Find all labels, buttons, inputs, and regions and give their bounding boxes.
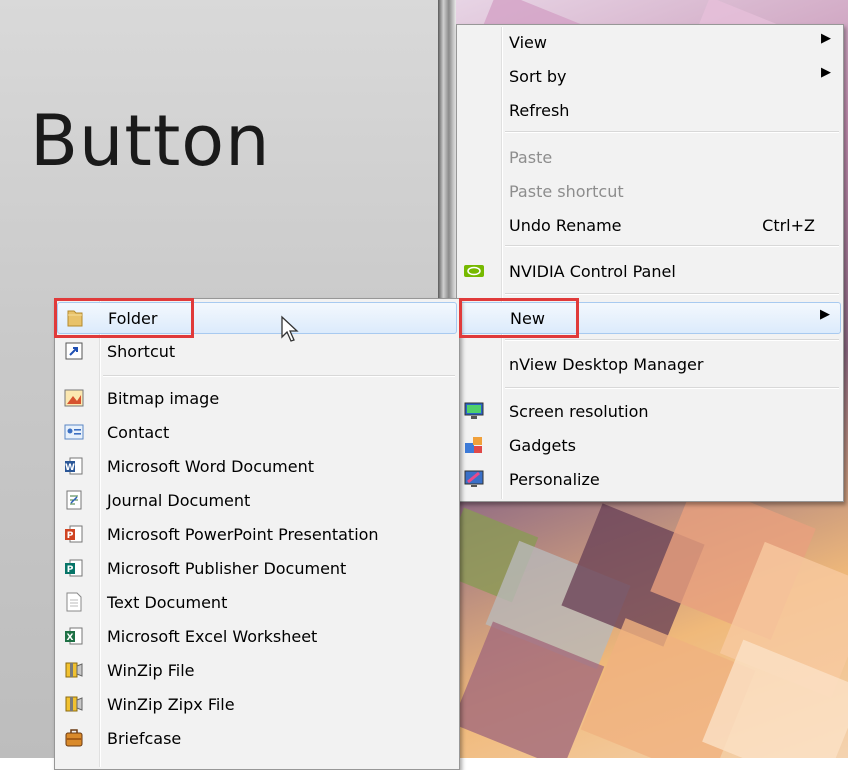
submenu-item-journal-document[interactable]: Journal Document	[57, 485, 457, 515]
menu-item-personalize[interactable]: Personalize	[459, 464, 841, 494]
menu-item-label: Screen resolution	[509, 402, 649, 421]
highlight-box-folder	[54, 298, 194, 338]
menu-item-label: Refresh	[509, 101, 570, 120]
menu-item-label: Contact	[107, 423, 170, 442]
submenu-item-excel-worksheet[interactable]: X Microsoft Excel Worksheet	[57, 621, 457, 651]
menu-item-label: Personalize	[509, 470, 600, 489]
menu-separator	[103, 375, 455, 377]
shortcut-text: Ctrl+Z	[762, 216, 815, 235]
personalize-icon	[463, 469, 485, 489]
svg-text:W: W	[65, 463, 75, 473]
menu-item-label: Paste	[509, 148, 553, 167]
menu-item-label: Text Document	[107, 593, 228, 612]
menu-item-label: Paste shortcut	[509, 182, 624, 201]
gadgets-icon	[463, 435, 485, 455]
submenu-item-bitmap-image[interactable]: Bitmap image	[57, 383, 457, 413]
menu-item-label: Shortcut	[107, 342, 176, 361]
journal-icon	[63, 490, 85, 510]
menu-item-label: WinZip Zipx File	[107, 695, 235, 714]
menu-item-label: Undo Rename	[509, 216, 622, 235]
menu-item-refresh[interactable]: Refresh	[459, 95, 841, 125]
menu-item-label: Microsoft Excel Worksheet	[107, 627, 318, 646]
winzip-icon	[63, 660, 85, 680]
slide-title: Button	[30, 100, 271, 182]
word-icon: W	[63, 456, 85, 476]
svg-text:X: X	[67, 633, 74, 643]
menu-item-paste[interactable]: Paste	[459, 142, 841, 172]
menu-item-label: Sort by	[509, 67, 567, 86]
bitmap-icon	[63, 388, 85, 408]
menu-item-label: nView Desktop Manager	[509, 355, 704, 374]
shortcut-icon	[63, 341, 85, 361]
menu-item-label: Bitmap image	[107, 389, 220, 408]
svg-text:P: P	[67, 565, 74, 575]
submenu-arrow-icon: ▶	[821, 65, 831, 80]
powerpoint-icon: P	[63, 524, 85, 544]
menu-item-screen-resolution[interactable]: Screen resolution	[459, 396, 841, 426]
submenu-arrow-icon: ▶	[821, 31, 831, 46]
menu-separator	[505, 387, 839, 389]
menu-item-nvidia-control-panel[interactable]: NVIDIA Control Panel	[459, 256, 841, 286]
menu-item-gadgets[interactable]: Gadgets	[459, 430, 841, 460]
mouse-cursor-icon	[280, 315, 300, 347]
menu-item-label: Microsoft PowerPoint Presentation	[107, 525, 379, 544]
submenu-item-contact[interactable]: Contact	[57, 417, 457, 447]
menu-item-paste-shortcut[interactable]: Paste shortcut	[459, 176, 841, 206]
nvidia-icon	[463, 261, 485, 281]
submenu-item-publisher-document[interactable]: P Microsoft Publisher Document	[57, 553, 457, 583]
svg-text:P: P	[67, 531, 74, 541]
menu-separator	[505, 339, 839, 341]
menu-item-undo-rename[interactable]: Undo Rename Ctrl+Z	[459, 210, 841, 240]
menu-item-sort-by[interactable]: Sort by ▶	[459, 61, 841, 91]
menu-item-nview-desktop-manager[interactable]: nView Desktop Manager	[459, 349, 841, 379]
menu-item-label: View	[509, 33, 547, 52]
menu-item-label: Microsoft Publisher Document	[107, 559, 347, 578]
menu-item-label: NVIDIA Control Panel	[509, 262, 676, 281]
excel-icon: X	[63, 626, 85, 646]
submenu-arrow-icon: ▶	[820, 307, 830, 322]
desktop-context-menu: View ▶ Sort by ▶ Refresh Paste Paste sho…	[456, 24, 844, 502]
menu-separator	[505, 293, 839, 295]
submenu-item-winzip-zipx-file[interactable]: WinZip Zipx File	[57, 689, 457, 719]
submenu-item-word-document[interactable]: W Microsoft Word Document	[57, 451, 457, 481]
submenu-item-shortcut[interactable]: Shortcut	[57, 336, 457, 366]
submenu-item-text-document[interactable]: Text Document	[57, 587, 457, 617]
menu-item-view[interactable]: View ▶	[459, 27, 841, 57]
publisher-icon: P	[63, 558, 85, 578]
contact-icon	[63, 422, 85, 442]
new-submenu: Folder Shortcut Bitmap image Contact W M…	[54, 298, 460, 770]
menu-item-label: Gadgets	[509, 436, 576, 455]
submenu-item-powerpoint-presentation[interactable]: P Microsoft PowerPoint Presentation	[57, 519, 457, 549]
winzip-zipx-icon	[63, 694, 85, 714]
menu-item-label: Briefcase	[107, 729, 182, 748]
highlight-box-new	[459, 298, 579, 338]
menu-item-label: WinZip File	[107, 661, 195, 680]
menu-separator	[505, 131, 839, 133]
menu-separator	[505, 245, 839, 247]
submenu-item-briefcase[interactable]: Briefcase	[57, 723, 457, 753]
menu-item-label: Microsoft Word Document	[107, 457, 314, 476]
submenu-item-winzip-file[interactable]: WinZip File	[57, 655, 457, 685]
briefcase-icon	[63, 728, 85, 748]
text-document-icon	[63, 592, 85, 612]
menu-item-label: Journal Document	[107, 491, 251, 510]
monitor-icon	[463, 401, 485, 421]
